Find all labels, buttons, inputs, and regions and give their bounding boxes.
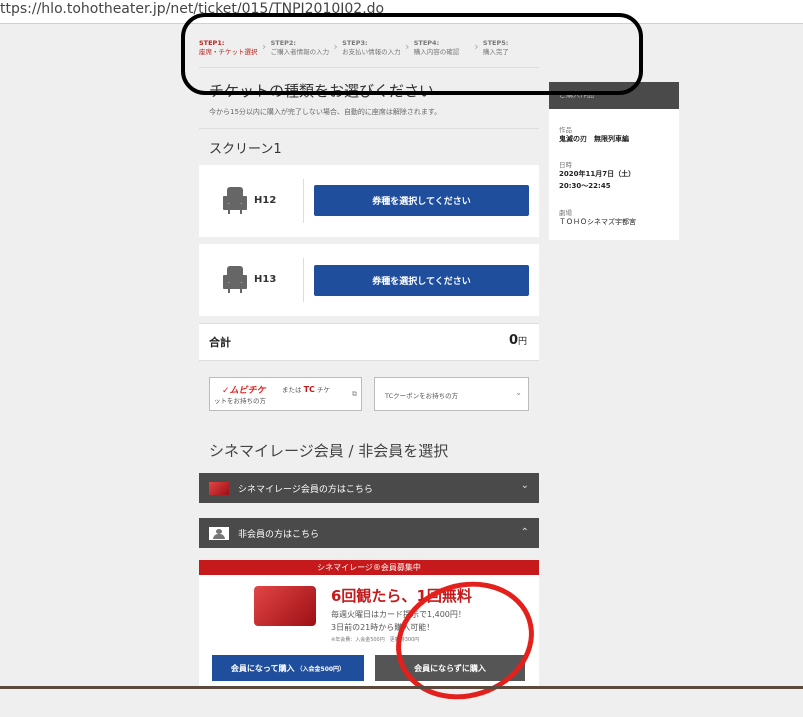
seat-row: H12 券種を選択してください xyxy=(199,165,539,237)
nonmember-accordion-label: 非会員の方はこちら xyxy=(238,529,320,540)
theater-value: ＴＯＨＯシネマズ宇都宮 xyxy=(559,218,636,226)
card-icon xyxy=(209,481,229,495)
nonmember-accordion[interactable]: 非会員の方はこちら ⌃ xyxy=(199,518,539,548)
tc-coupon-input[interactable]: TCクーポンをお持ちの方 ⌄ xyxy=(374,377,529,411)
total-amount: 0円 xyxy=(509,333,527,348)
chevron-down-icon: ⌄ xyxy=(520,480,529,491)
mubichike-or: または xyxy=(282,386,302,394)
mubichike-text-line1: または TC チケ xyxy=(282,384,330,394)
promo-banner: シネマイレージ®会員募集中 xyxy=(199,560,539,575)
screen-label: スクリーン1 xyxy=(209,142,282,157)
date-line2: 20:30～22:45 xyxy=(559,182,611,190)
member-accordion[interactable]: シネマイレージ会員の方はこちら ⌄ xyxy=(199,473,539,503)
seat-icon xyxy=(223,187,247,214)
divider xyxy=(199,128,539,129)
annotation-rectangle xyxy=(181,13,643,95)
join-button-label: 会員になって購入 xyxy=(230,663,295,673)
select-ticket-type-button[interactable]: 券種を選択してください xyxy=(314,265,529,296)
seat-icon xyxy=(223,266,247,293)
member-accordion-label: シネマイレージ会員の方はこちら xyxy=(238,484,373,495)
mubichike-ticket: チケ xyxy=(316,386,330,394)
work-value: 鬼滅の刃 無限列車編 xyxy=(559,135,629,143)
timeout-notice: 今から15分以内に購入が完了しない場合、自動的に座席は解除されます。 xyxy=(209,108,442,116)
total-value: 0 xyxy=(508,333,518,348)
person-icon xyxy=(209,526,229,540)
currency-label: 円 xyxy=(517,337,527,347)
seat-number: H12 xyxy=(254,195,277,206)
divider xyxy=(303,179,304,223)
select-ticket-type-button[interactable]: 券種を選択してください xyxy=(314,185,529,216)
seat-row: H13 券種を選択してください xyxy=(199,244,539,316)
total-label: 合計 xyxy=(209,336,231,349)
purchase-summary: ご購入作品 作品 鬼滅の刃 無限列車編 日時 2020年11月7日（土） 20:… xyxy=(549,82,679,240)
date-line1: 2020年11月7日（土） xyxy=(559,170,636,178)
membership-title: シネマイレージ会員 / 非会員を選択 xyxy=(209,442,449,460)
mubichike-ticket-input[interactable]: ✓ムビチケ または TC チケ ットをお持ちの方 ⧉ xyxy=(209,377,362,411)
external-link-icon: ⧉ xyxy=(352,390,357,398)
tc-logo: TC xyxy=(303,385,315,394)
total-row: 合計 0円 xyxy=(199,323,539,361)
chevron-up-icon: ⌃ xyxy=(520,527,529,538)
tc-coupon-label: TCクーポンをお持ちの方 xyxy=(385,392,459,400)
join-fee-note: （入会金500円） xyxy=(296,665,346,673)
join-and-purchase-button[interactable]: 会員になって購入 （入会金500円） xyxy=(212,655,364,681)
mubichike-text-line2: ットをお持ちの方 xyxy=(214,397,266,405)
divider xyxy=(303,258,304,302)
cinemileage-card-image xyxy=(254,586,316,626)
chevron-down-icon: ⌄ xyxy=(515,388,522,397)
seat-number: H13 xyxy=(254,274,277,285)
